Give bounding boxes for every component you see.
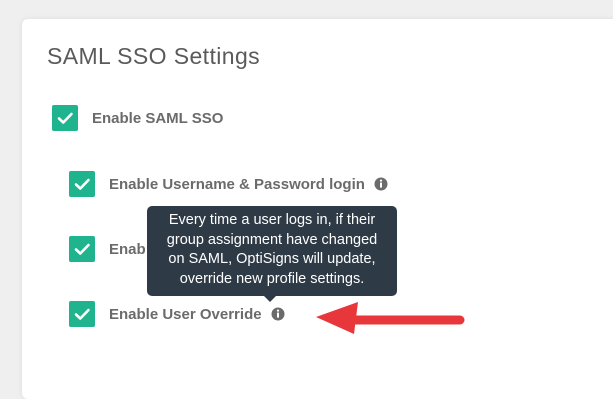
check-icon [74, 243, 90, 255]
annotation-arrow-icon [316, 302, 465, 334]
info-circle-icon[interactable] [271, 307, 285, 321]
enable-username-password-checkbox[interactable] [69, 171, 95, 197]
tooltip-line: Every time a user logs in, if their [168, 212, 376, 228]
info-circle-icon[interactable] [374, 177, 388, 191]
option-label: Enable SAML SSO [92, 110, 224, 127]
check-icon [74, 178, 90, 190]
tooltip: Every time a user logs in, if their grou… [147, 206, 397, 296]
enable-group-assignment-label[interactable]: Enab [109, 241, 146, 258]
enable-username-password-label[interactable]: Enable Username & Password login [109, 176, 388, 193]
option-label: Enable Username & Password login [109, 176, 365, 193]
option-label: Enable User Override [109, 306, 262, 323]
enable-saml-sso-label[interactable]: Enable SAML SSO [92, 110, 223, 127]
check-icon [57, 112, 73, 124]
tooltip-line: override new profile settings. [179, 270, 365, 287]
tooltip-line: group assignment have changed [166, 231, 378, 248]
page-title: SAML SSO Settings [47, 43, 261, 69]
enable-group-assignment-checkbox[interactable] [69, 236, 95, 262]
tooltip-line: on SAML, OptiSigns will update, [168, 251, 376, 267]
tooltip-caret [264, 296, 276, 302]
enable-user-override-label[interactable]: Enable User Override [109, 306, 285, 323]
enable-user-override-checkbox[interactable] [69, 301, 95, 327]
check-icon [74, 308, 90, 320]
option-label: Enab [109, 241, 146, 258]
enable-saml-sso-checkbox[interactable] [52, 105, 78, 131]
